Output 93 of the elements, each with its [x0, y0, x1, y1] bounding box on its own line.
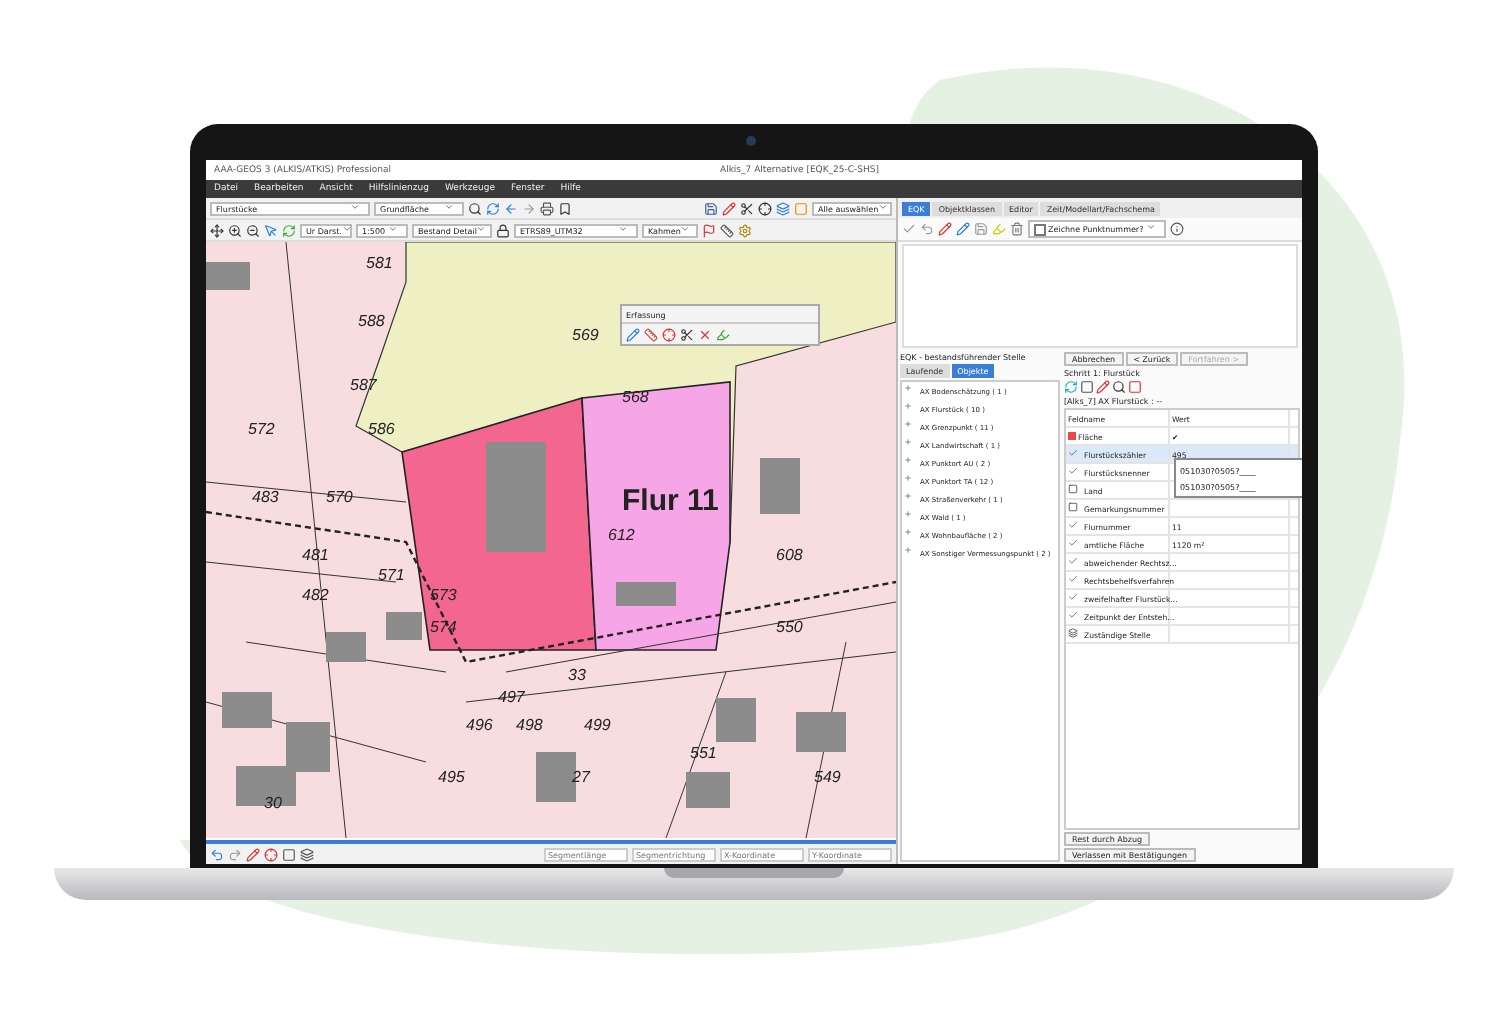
- binoculars-icon[interactable]: [1112, 380, 1126, 394]
- building-shape: [236, 766, 296, 806]
- pencil-icon[interactable]: [1096, 380, 1110, 394]
- caret-icon: [388, 223, 402, 237]
- refresh-icon[interactable]: [282, 223, 296, 237]
- parcel-number: 586: [368, 420, 395, 438]
- printer-icon[interactable]: [540, 201, 554, 215]
- checkbox-icon: [1068, 465, 1082, 479]
- square-icon[interactable]: [794, 201, 808, 215]
- scissors-icon[interactable]: [740, 201, 754, 215]
- square-icon[interactable]: [1128, 380, 1142, 394]
- scissors-icon[interactable]: [680, 327, 694, 341]
- building-shape: [796, 712, 846, 752]
- zoom-out-icon[interactable]: [246, 223, 260, 237]
- parcel-number: 572: [248, 420, 275, 438]
- color-swatch-icon: [1068, 432, 1076, 440]
- building-shape: [716, 698, 756, 742]
- checkbox-icon: [1068, 609, 1082, 623]
- building-shape: [222, 692, 272, 728]
- parcel-number: 495: [438, 768, 465, 786]
- layers-icon[interactable]: [300, 847, 314, 861]
- parcel-number: 496: [466, 716, 493, 734]
- parcel-number: 33: [568, 666, 586, 684]
- checkbox-icon: [1068, 555, 1082, 569]
- redo-icon[interactable]: [228, 847, 242, 861]
- parcel-number: 482: [302, 586, 329, 604]
- ruler-icon[interactable]: [644, 327, 658, 341]
- pencil-icon[interactable]: [246, 847, 260, 861]
- layers-icon[interactable]: [776, 201, 790, 215]
- building-shape: [536, 752, 576, 802]
- caret-icon: [444, 201, 458, 215]
- check-icon[interactable]: [902, 222, 916, 236]
- zoom-in-icon[interactable]: [228, 223, 242, 237]
- checkbox-icon: [1068, 519, 1082, 533]
- save-icon[interactable]: [974, 222, 988, 236]
- parcel-number: 581: [366, 254, 393, 272]
- parcel-number: 612: [608, 526, 635, 544]
- square-icon[interactable]: [282, 847, 296, 861]
- parcel-number: 571: [378, 566, 405, 584]
- pointer-icon[interactable]: [264, 223, 278, 237]
- pencil-icon[interactable]: [956, 222, 970, 236]
- people-icon: [1068, 627, 1082, 641]
- back-arrow-icon[interactable]: [504, 201, 518, 215]
- undo-icon[interactable]: [210, 847, 224, 861]
- parcel-number: 608: [776, 546, 803, 564]
- parcel-number: 573: [430, 586, 457, 604]
- checkbox-icon: [1068, 591, 1082, 605]
- parcel-number: 549: [814, 768, 841, 786]
- bookmark-icon[interactable]: [558, 201, 572, 215]
- parcel-label: Flur 11: [622, 484, 719, 518]
- camera-icon: [746, 136, 756, 146]
- building-shape: [206, 262, 250, 290]
- pan-icon[interactable]: [210, 223, 224, 237]
- caret-icon: [618, 223, 632, 237]
- building-shape: [760, 458, 800, 514]
- parcel-number: 550: [776, 618, 803, 636]
- ruler-icon[interactable]: [720, 223, 734, 237]
- building-shape: [616, 582, 676, 606]
- flag-icon[interactable]: [702, 223, 716, 237]
- square-icon[interactable]: [1080, 380, 1094, 394]
- search-icon[interactable]: [468, 201, 482, 215]
- crosshair-icon[interactable]: [758, 201, 772, 215]
- pencil-icon[interactable]: [722, 201, 736, 215]
- parcel-number: 27: [572, 768, 590, 786]
- save-icon[interactable]: [704, 201, 718, 215]
- refresh-icon[interactable]: [486, 201, 500, 215]
- pencil-icon[interactable]: [938, 222, 952, 236]
- parcel-number: 481: [302, 546, 329, 564]
- building-shape: [386, 612, 422, 640]
- building-shape: [286, 722, 330, 772]
- gear-icon[interactable]: [738, 223, 752, 237]
- parcel-number: 483: [252, 488, 279, 506]
- checkbox-icon: [1068, 447, 1082, 461]
- pencil-icon[interactable]: [626, 327, 640, 341]
- building-shape: [486, 442, 546, 552]
- parcel-number: 568: [622, 388, 649, 406]
- info-icon[interactable]: [1169, 222, 1184, 236]
- parcel-number: 498: [516, 716, 543, 734]
- checkbox-icon: [1068, 573, 1082, 587]
- parcel-number: 551: [690, 744, 717, 762]
- lock-icon[interactable]: [496, 223, 510, 237]
- close-icon[interactable]: [698, 327, 712, 341]
- refresh-icon[interactable]: [1064, 380, 1078, 394]
- checkbox-icon: [1068, 537, 1082, 551]
- parcel-number: 574: [430, 618, 457, 636]
- undo-icon[interactable]: [920, 222, 934, 236]
- building-shape: [686, 772, 730, 808]
- building-shape: [326, 632, 366, 662]
- parcel-number: 569: [572, 326, 599, 344]
- parcel-number: 499: [584, 716, 611, 734]
- trash-icon[interactable]: [1010, 222, 1024, 236]
- highlighter-icon[interactable]: [716, 327, 730, 341]
- parcel-number: 588: [358, 312, 385, 330]
